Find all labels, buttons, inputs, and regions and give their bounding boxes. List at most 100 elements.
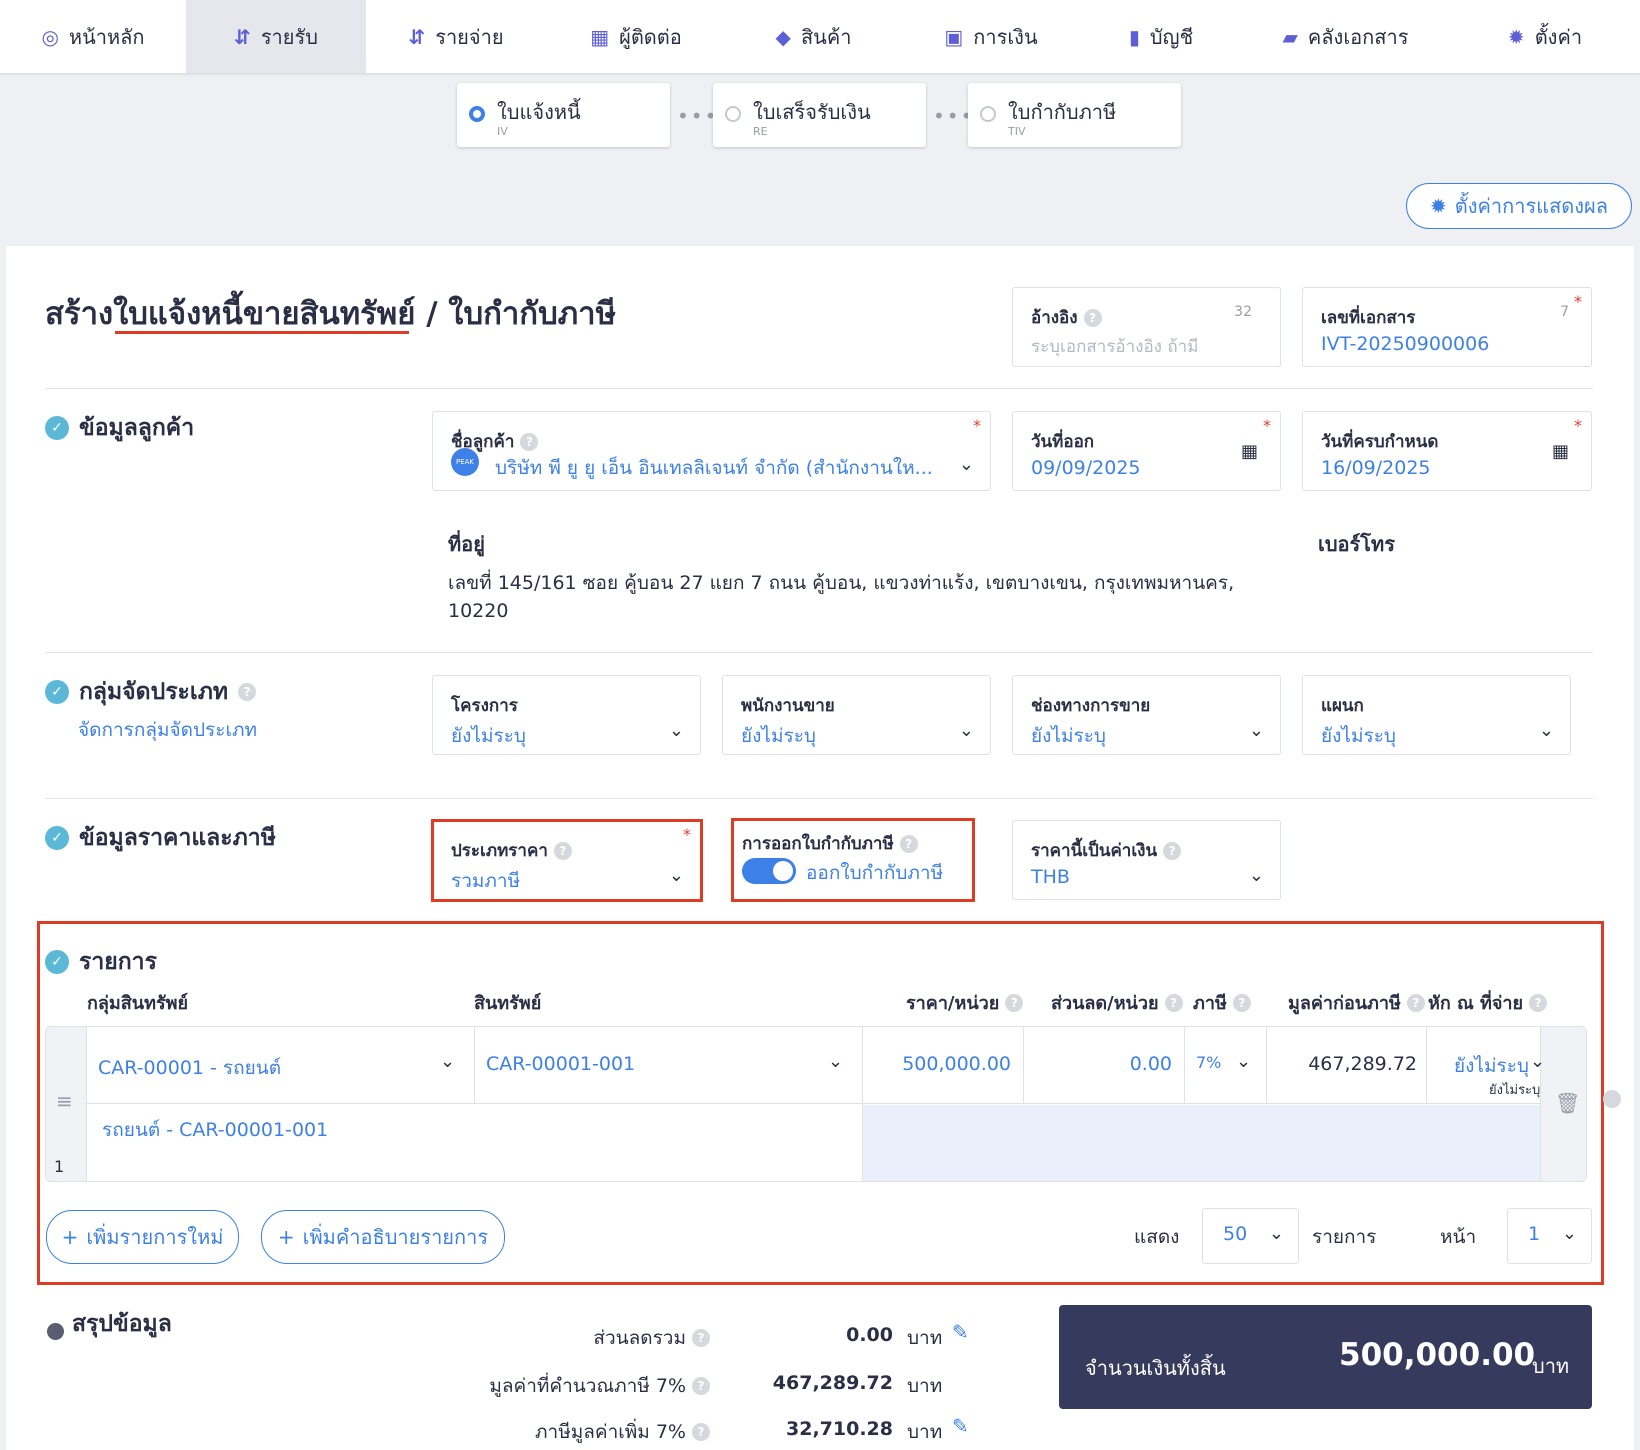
- drag-handle-icon[interactable]: ≡: [56, 1089, 73, 1113]
- reference-input[interactable]: ระบุเอกสารอ้างอิง ถ้ามี: [1031, 333, 1198, 360]
- field-label: โครงการ: [451, 696, 518, 716]
- gear-icon: ✹: [1507, 24, 1525, 49]
- pie-chart-icon[interactable]: [1603, 1090, 1621, 1108]
- nav-documents[interactable]: ▰ คลังเอกสาร: [1241, 0, 1450, 73]
- asset-select[interactable]: CAR-00001-001: [486, 1053, 635, 1075]
- description-extra-area: [863, 1105, 1540, 1181]
- summary-label: มูลค่าที่คำนวณภาษี 7%: [489, 1375, 686, 1397]
- row-number: 1: [54, 1157, 65, 1176]
- page-select[interactable]: 1 ⌄: [1507, 1208, 1592, 1264]
- section-title-text: ข้อมูลราคาและภาษี: [79, 825, 276, 851]
- calendar-icon[interactable]: ▦: [1241, 441, 1258, 462]
- nav-home[interactable]: ◎ หน้าหลัก: [0, 0, 186, 73]
- display-settings-label: ตั้งค่าการแสดงผล: [1454, 194, 1609, 218]
- nav-expense[interactable]: ⇵ รายจ่าย: [366, 0, 546, 73]
- col-withholding: หัก ณ ที่จ่าย?: [1428, 988, 1548, 1017]
- display-settings-button[interactable]: ✹ ตั้งค่าการแสดงผล: [1406, 183, 1632, 229]
- step-sub: TIV: [1008, 125, 1026, 138]
- reference-field[interactable]: อ้างอิง? 32 ระบุเอกสารอ้างอิง ถ้ามี: [1012, 287, 1281, 367]
- department-select[interactable]: แผนก ยังไม่ระบุ ⌄: [1302, 675, 1571, 755]
- page-label: หน้า: [1440, 1226, 1477, 1248]
- pencil-icon[interactable]: ✎: [952, 1320, 969, 1344]
- step-radio-icon: [725, 106, 741, 122]
- add-item-button[interactable]: + เพิ่มรายการใหม่: [46, 1210, 239, 1264]
- calendar-icon[interactable]: ▦: [1552, 441, 1569, 462]
- help-icon: ?: [692, 1329, 710, 1347]
- project-select[interactable]: โครงการ ยังไม่ระบุ ⌄: [432, 675, 701, 755]
- header-text: ภาษี: [1193, 993, 1227, 1014]
- per-page-value: 50: [1223, 1223, 1248, 1245]
- item-description-input[interactable]: รถยนต์ - CAR-00001-001: [102, 1115, 328, 1145]
- check-icon: ✓: [45, 680, 69, 704]
- trash-icon[interactable]: 🗑: [1555, 1091, 1580, 1115]
- price-section-title: ✓ ข้อมูลราคาและภาษี: [45, 820, 276, 856]
- divider: [45, 798, 1593, 799]
- unit-price-input[interactable]: 500,000.00: [863, 1053, 1011, 1075]
- help-icon: ?: [1232, 993, 1251, 1012]
- customer-select[interactable]: ชื่อลูกค้า? * PEAK บริษัท พี ยู ยู เอ็น …: [432, 411, 991, 491]
- step-radio-icon: [980, 106, 996, 122]
- step-receipt[interactable]: ใบเสร็จรับเงิน RE: [713, 83, 926, 147]
- help-icon: ?: [692, 1377, 710, 1395]
- grand-total-box: จำนวนเงินทั้งสิ้น 500,000.00 บาท: [1059, 1305, 1592, 1409]
- discount-input[interactable]: 0.00: [1024, 1053, 1172, 1075]
- row-handle[interactable]: ≡ 1: [46, 1027, 87, 1181]
- currency-unit: บาท: [1532, 1354, 1570, 1378]
- nav-label: ผู้ติดต่อ: [619, 24, 682, 49]
- field-label: แผนก: [1321, 696, 1364, 716]
- help-icon: ?: [692, 1423, 710, 1441]
- section-title-text: สรุปข้อมูล: [72, 1311, 172, 1337]
- vat-select[interactable]: 7%: [1196, 1053, 1221, 1072]
- nav-income[interactable]: ⇵ รายรับ: [186, 0, 366, 73]
- currency-label-wrap: ราคานี้เป็นค่าเงิน?: [1031, 837, 1182, 864]
- per-page-select[interactable]: 50 ⌄: [1202, 1208, 1299, 1264]
- step-invoice[interactable]: ใบแจ้งหนี้ IV: [457, 83, 670, 147]
- highlight-box: [731, 818, 975, 902]
- address-line1: เลขที่ 145/161 ซอย คู้บอน 27 แยก 7 ถนน ค…: [448, 572, 1235, 594]
- chevron-down-icon: ⌄: [1248, 720, 1264, 741]
- step-title: ใบกำกับภาษี: [1008, 100, 1117, 124]
- show-label: แสดง: [1134, 1226, 1180, 1248]
- summary-label: ส่วนลดรวม: [593, 1327, 686, 1349]
- doc-number-field[interactable]: เลขที่เอกสาร 7 * IVT-20250900006: [1302, 287, 1592, 367]
- withholding-select[interactable]: ยังไม่ระบุ: [1454, 1051, 1529, 1081]
- doc-number-label: เลขที่เอกสาร: [1321, 308, 1416, 328]
- highlight-box: [431, 819, 703, 902]
- manage-groups-link[interactable]: จัดการกลุ่มจัดประเภท: [78, 715, 257, 745]
- issue-date-field[interactable]: วันที่ออก * 09/09/2025 ▦: [1012, 411, 1281, 491]
- address-label: ที่อยู่: [448, 532, 485, 556]
- due-date-field[interactable]: วันที่ครบกำหนด * 16/09/2025 ▦: [1302, 411, 1592, 491]
- nav-settings[interactable]: ✹ ตั้งค่า: [1450, 0, 1640, 73]
- field-value: ยังไม่ระบุ: [1031, 725, 1106, 747]
- chevron-down-icon: ⌄: [1561, 1223, 1577, 1244]
- asset-group-select[interactable]: CAR-00001 - รถยนต์: [98, 1053, 281, 1083]
- currency-unit: บาท: [907, 1327, 943, 1349]
- withholding-sub: ยังไม่ระบุ: [1489, 1083, 1541, 1098]
- salesperson-select[interactable]: พนักงานขาย ยังไม่ระบุ ⌄: [722, 675, 991, 755]
- nav-accounting[interactable]: ▮ บัญชี: [1081, 0, 1241, 73]
- chevron-down-icon: ⌄: [958, 454, 974, 475]
- nav-contacts[interactable]: ▦ ผู้ติดต่อ: [546, 0, 726, 73]
- doc-number-input[interactable]: IVT-20250900006: [1321, 333, 1489, 355]
- button-label: เพิ่มรายการใหม่: [86, 1225, 224, 1249]
- nav-products[interactable]: ◆ สินค้า: [726, 0, 901, 73]
- step-sub: RE: [753, 125, 768, 138]
- help-icon: ?: [1164, 993, 1183, 1012]
- sales-channel-select[interactable]: ช่องทางการขาย ยังไม่ระบุ ⌄: [1012, 675, 1281, 755]
- step-tax-invoice[interactable]: ใบกำกับภาษี TIV: [968, 83, 1181, 147]
- required-mark: *: [973, 416, 981, 435]
- account-icon: ▮: [1128, 24, 1140, 49]
- chevron-down-icon: ⌄: [1248, 865, 1264, 886]
- header-text: หัก ณ ที่จ่าย: [1428, 993, 1524, 1014]
- finance-icon: ▣: [944, 24, 964, 49]
- nav-finance[interactable]: ▣ การเงิน: [901, 0, 1081, 73]
- issue-date-value: 09/09/2025: [1031, 457, 1141, 479]
- currency-select[interactable]: ราคานี้เป็นค่าเงิน? THB ⌄: [1012, 820, 1281, 900]
- pencil-icon[interactable]: ✎: [952, 1414, 969, 1438]
- currency-label: ราคานี้เป็นค่าเงิน: [1031, 841, 1158, 861]
- step-title: ใบแจ้งหนี้: [497, 100, 581, 124]
- help-icon: ?: [1163, 841, 1182, 860]
- add-description-button[interactable]: + เพิ่มคำอธิบายรายการ: [261, 1210, 505, 1264]
- help-icon: ?: [1406, 993, 1425, 1012]
- char-counter: 7: [1560, 304, 1569, 320]
